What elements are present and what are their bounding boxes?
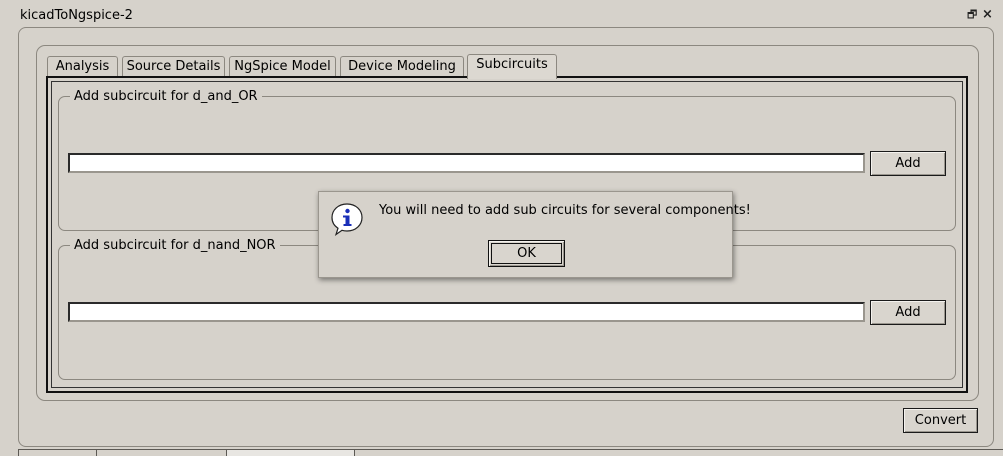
subcircuit-path-input[interactable]	[68, 153, 865, 173]
group-title: Add subcircuit for d_and_OR	[70, 89, 262, 104]
tab-label: NgSpice Model	[234, 59, 331, 74]
group-title: Add subcircuit for d_nand_NOR	[70, 238, 280, 253]
ok-button[interactable]: OK	[488, 240, 565, 267]
tab-label: Analysis	[55, 59, 110, 74]
ok-button-label: OK	[517, 246, 536, 261]
tab-label: Device Modeling	[348, 59, 456, 74]
window-title: kicadToNgspice-2	[20, 8, 133, 23]
close-icon[interactable]: ×	[982, 8, 993, 22]
tab-label: Subcircuits	[476, 57, 548, 72]
tab-subcircuits[interactable]: Subcircuits	[467, 54, 557, 79]
bottom-panel-edge	[0, 449, 1003, 456]
dialog-message: You will need to add sub circuits for se…	[379, 203, 751, 218]
subcircuit-path-input[interactable]	[68, 302, 865, 322]
window-title-bar: kicadToNgspice-2 🗗 ×	[0, 0, 1003, 28]
tab-ngspice-model[interactable]: NgSpice Model	[229, 56, 336, 78]
information-dialog: You will need to add sub circuits for se…	[318, 191, 751, 278]
add-subcircuit-button[interactable]: Add	[870, 151, 946, 176]
tab-analysis[interactable]: Analysis	[47, 56, 118, 78]
convert-button[interactable]: Convert	[903, 408, 978, 433]
restore-icon[interactable]: 🗗	[967, 8, 977, 22]
info-icon	[331, 203, 363, 236]
tab-label: Source Details	[126, 59, 221, 74]
tab-device-modeling[interactable]: Device Modeling	[340, 56, 464, 78]
add-subcircuit-button[interactable]: Add	[870, 300, 946, 325]
tab-source-details[interactable]: Source Details	[122, 56, 225, 78]
